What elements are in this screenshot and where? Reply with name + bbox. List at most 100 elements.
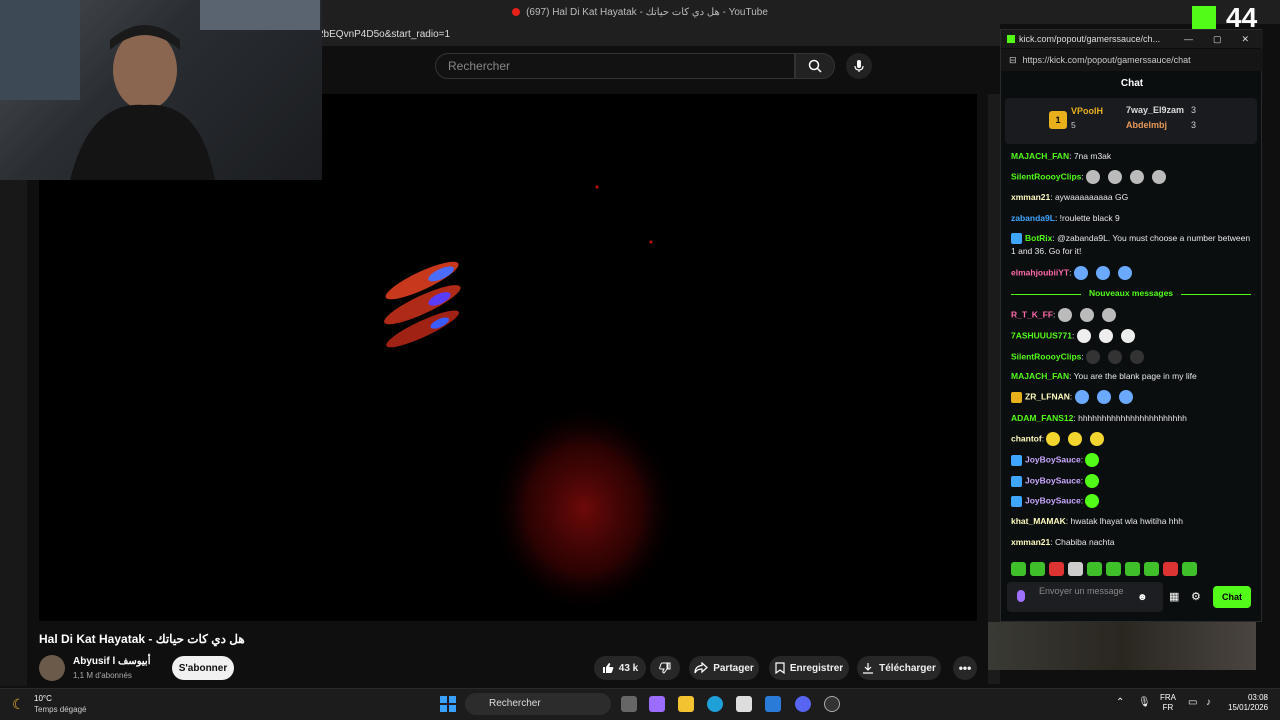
chat-text: !roulette black 9 (1059, 213, 1120, 223)
mail-icon[interactable] (765, 696, 781, 712)
chat-username[interactable]: MAJACH_FAN (1011, 151, 1069, 161)
chat-message: JoyBoySauce: (1011, 453, 1251, 467)
subscriber-badge-icon (1011, 391, 1022, 403)
emote-icon (1130, 170, 1145, 184)
microphone-icon (854, 60, 864, 72)
leaderboard-first-count: 5 (1071, 120, 1076, 130)
store-icon[interactable]: ▦ (1169, 590, 1179, 603)
chat-username[interactable]: MAJACH_FAN (1011, 371, 1069, 381)
kick-url-bar[interactable]: ⊟ https://kick.com/popout/gamerssauce/ch… (1001, 49, 1263, 71)
chat-text: aywaaaaaaaaa GG (1054, 192, 1129, 202)
emote-icon[interactable] (1049, 562, 1064, 576)
volume-icon[interactable]: ♪ (1206, 697, 1211, 708)
emoji-icon[interactable]: ☻ (1137, 592, 1148, 603)
language-code: FRA (1160, 693, 1176, 702)
settings-icon[interactable]: ⚙ (1191, 590, 1201, 603)
chat-message: ADAM_FANS12: hhhhhhhhhhhhhhhhhhhhhhh (1011, 413, 1187, 423)
share-button[interactable]: Partager (689, 656, 759, 680)
chat-username[interactable]: xmman21 (1011, 537, 1050, 547)
chat-username[interactable]: R_T_K_FF (1011, 309, 1053, 319)
system-clock[interactable]: 03:08 15/01/2026 (1228, 693, 1268, 713)
chat-message: ZR_LFNAN: (1011, 390, 1251, 404)
file-explorer-icon[interactable] (678, 696, 694, 712)
search-button[interactable] (795, 53, 835, 79)
microphone-icon[interactable] (1017, 590, 1025, 602)
chat-username[interactable]: zabanda9L (1011, 213, 1055, 223)
copilot-icon[interactable] (649, 696, 665, 712)
chat-text: You are the blank page in my life (1073, 371, 1197, 381)
obs-icon[interactable] (824, 696, 840, 712)
subscribe-button[interactable]: S'abonner (172, 656, 234, 680)
weather-description[interactable]: Temps dégagé (34, 705, 86, 714)
maximize-button[interactable]: ▢ (1213, 34, 1222, 45)
emote-icon[interactable] (1144, 562, 1159, 576)
taskbar-search[interactable]: Rechercher (465, 693, 611, 715)
recommendations-strip (988, 94, 1000, 684)
keyboard-layout: FR (1162, 703, 1174, 712)
chat-message: elmahjoubiiYT: (1011, 266, 1251, 280)
microphone-icon[interactable]: 🎙 (1138, 697, 1151, 708)
edge-icon[interactable] (707, 696, 723, 712)
emote-icon[interactable] (1182, 562, 1197, 576)
store-icon[interactable] (736, 696, 752, 712)
emote-icon[interactable] (1030, 562, 1045, 576)
emote-icon[interactable] (1068, 562, 1083, 576)
save-button[interactable]: Enregistrer (769, 656, 849, 680)
like-button[interactable]: 43 k (594, 656, 646, 680)
weather-icon[interactable]: ☾ (12, 696, 25, 713)
chat-username[interactable]: JoyBoySauce (1025, 495, 1081, 505)
chat-username[interactable]: JoyBoySauce (1025, 475, 1081, 485)
emote-icon (1101, 308, 1116, 322)
search-input[interactable]: Rechercher (435, 53, 795, 79)
new-messages-divider: Nouveaux messages (1011, 288, 1251, 298)
leaderboard-first-name: VPoolH (1071, 106, 1104, 116)
emote-icon[interactable] (1106, 562, 1121, 576)
close-button[interactable]: ✕ (1241, 34, 1249, 45)
chat-send-button[interactable]: Chat (1213, 586, 1251, 608)
emote-icon[interactable] (1011, 562, 1026, 576)
input-language[interactable]: FRA FR (1160, 693, 1176, 713)
chat-username[interactable]: ADAM_FANS12 (1011, 413, 1073, 423)
search-icon (808, 59, 822, 73)
dislike-button[interactable] (650, 656, 680, 680)
emote-icon[interactable] (1087, 562, 1102, 576)
chat-username[interactable]: elmahjoubiiYT (1011, 267, 1069, 277)
emote-icon[interactable] (1125, 562, 1140, 576)
emote-icon[interactable] (1163, 562, 1178, 576)
chat-username[interactable]: xmman21 (1011, 192, 1050, 202)
chat-username[interactable]: ZR_LFNAN (1025, 391, 1070, 401)
emote-icon (1152, 170, 1167, 184)
chat-username[interactable]: khat_MAMAK (1011, 516, 1066, 526)
chat-username[interactable]: chantof (1011, 433, 1042, 443)
emote-quick-bar[interactable] (1011, 562, 1256, 578)
chat-username[interactable]: SilentRoooyClips (1011, 351, 1081, 361)
start-icon[interactable] (440, 696, 456, 712)
emote-icon (1068, 432, 1083, 446)
voice-search-button[interactable] (846, 53, 872, 79)
discord-icon[interactable] (795, 696, 811, 712)
chevron-up-icon[interactable]: ⌃ (1116, 697, 1124, 708)
emote-icon (1090, 432, 1105, 446)
chat-text: hhhhhhhhhhhhhhhhhhhhhhh (1078, 413, 1187, 423)
chat-username[interactable]: BotRix (1025, 233, 1052, 243)
chat-username[interactable]: SilentRoooyClips (1011, 171, 1081, 181)
clock-date: 15/01/2026 (1228, 703, 1269, 712)
chat-message: JoyBoySauce: (1011, 494, 1251, 508)
youtube-icon (512, 8, 521, 16)
emote-icon (1095, 266, 1110, 280)
chat-username[interactable]: JoyBoySauce (1025, 454, 1081, 464)
network-icon[interactable]: ▭ (1188, 697, 1197, 708)
chat-message: SilentRoooyClips: (1011, 170, 1251, 184)
emote-icon (1130, 350, 1145, 364)
leaderboard-second-count: 3 (1191, 105, 1197, 115)
task-view-icon[interactable] (621, 696, 637, 712)
channel-name[interactable]: Abyusif l أبيوسف (73, 656, 151, 667)
minimize-button[interactable]: — (1184, 34, 1193, 44)
more-actions-button[interactable]: ••• (953, 656, 977, 680)
channel-avatar[interactable] (39, 655, 65, 681)
thumbs-up-icon (602, 663, 614, 673)
weather-temperature[interactable]: 10°C (34, 694, 52, 703)
chat-text: hwatak lhayat wla hwitiha hhh (1070, 516, 1183, 526)
chat-username[interactable]: 7ASHUUUS771 (1011, 330, 1072, 340)
download-button[interactable]: Télécharger (857, 656, 941, 680)
